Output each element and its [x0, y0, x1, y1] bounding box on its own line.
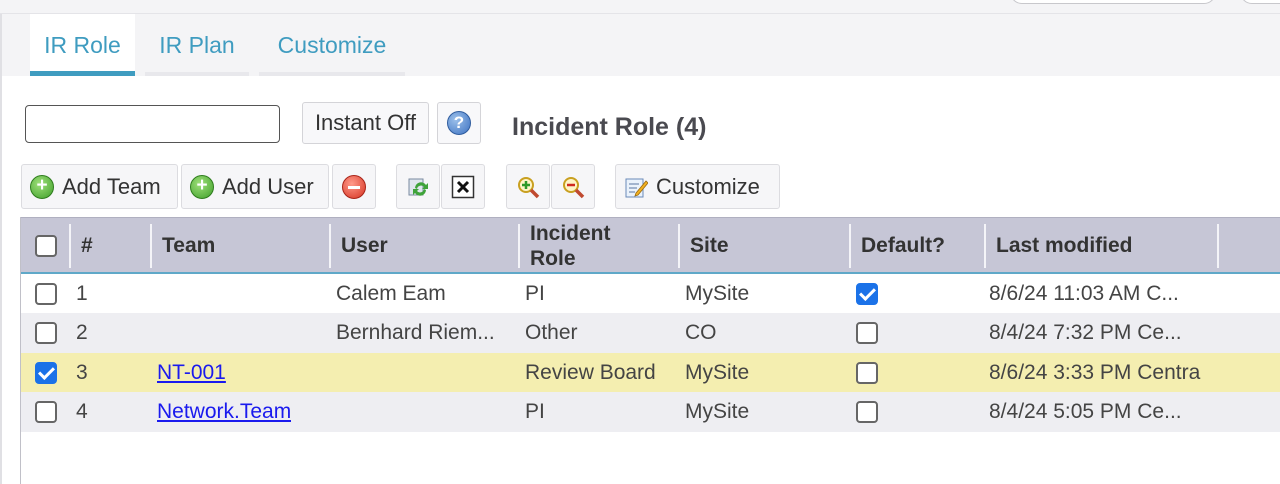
instant-toggle-button[interactable]: Instant Off — [302, 102, 429, 144]
add-team-button[interactable]: + Add Team — [21, 164, 178, 209]
help-icon: ? — [447, 111, 471, 135]
row-checkbox[interactable] — [35, 283, 57, 305]
column-header-last-modified[interactable]: Last modified — [996, 218, 1133, 273]
row-last-modified: 8/6/24 11:03 AM C... — [989, 282, 1179, 305]
column-header-default[interactable]: Default? — [861, 218, 945, 273]
column-header-team[interactable]: Team — [162, 218, 215, 273]
tab-ir-role[interactable]: IR Role — [30, 14, 135, 76]
row-number: 3 — [76, 361, 88, 384]
help-button[interactable]: ? — [437, 102, 481, 144]
table-row-selected[interactable]: 3 NT-001 Review Board MySite 8/6/24 3:33… — [21, 353, 1280, 393]
select-all-checkbox-cell[interactable] — [35, 218, 57, 273]
table-row[interactable]: 1 Calem Eam PI MySite 8/6/24 11:03 AM C.… — [21, 274, 1280, 314]
zoom-out-button[interactable] — [551, 164, 595, 209]
row-last-modified: 8/4/24 7:32 PM Ce... — [989, 321, 1182, 344]
column-separator — [984, 224, 986, 268]
row-team-link[interactable]: NT-001 — [157, 353, 226, 393]
column-header-number[interactable]: # — [81, 218, 93, 273]
row-last-modified: 8/6/24 3:33 PM Centra — [989, 361, 1201, 384]
column-header-incident-role[interactable]: Incident Role — [530, 218, 611, 273]
clear-icon — [451, 175, 475, 198]
column-header-site[interactable]: Site — [690, 218, 729, 273]
column-separator — [518, 224, 520, 268]
zoom-in-button[interactable] — [506, 164, 550, 209]
column-separator — [849, 224, 851, 268]
row-default-checkbox[interactable] — [856, 401, 878, 423]
add-user-button[interactable]: + Add User — [181, 164, 329, 209]
add-icon: + — [190, 174, 214, 199]
row-site: MySite — [685, 361, 750, 384]
row-number: 2 — [76, 321, 88, 344]
search-input[interactable] — [25, 105, 280, 143]
add-team-label: Add Team — [62, 173, 161, 199]
top-pill-button-2[interactable] — [1240, 0, 1280, 4]
grid-header: # Team User Incident Role Site Default? … — [21, 217, 1280, 274]
column-header-user[interactable]: User — [341, 218, 388, 273]
add-icon: + — [30, 174, 54, 199]
row-incident-role: Other — [525, 321, 578, 344]
row-team-link[interactable]: Network.Team — [157, 392, 291, 432]
row-checkbox[interactable] — [35, 362, 57, 384]
column-header-incident-role-line1: Incident — [530, 221, 611, 245]
row-incident-role: PI — [525, 282, 545, 305]
zoom-out-icon — [563, 176, 585, 198]
column-separator — [69, 224, 71, 268]
tab-ir-plan[interactable]: IR Plan — [145, 14, 249, 76]
row-default-checkbox[interactable] — [856, 322, 878, 344]
customize-button[interactable]: Customize — [615, 164, 780, 209]
top-pill-button[interactable] — [1010, 0, 1216, 4]
column-header-incident-role-line2: Role — [530, 246, 576, 270]
zoom-in-icon — [518, 176, 540, 198]
column-separator — [678, 224, 680, 268]
column-separator — [150, 224, 152, 268]
row-site: CO — [685, 321, 717, 344]
panel-title: Incident Role (4) — [512, 113, 707, 141]
table-row[interactable]: 4 Network.Team PI MySite 8/4/24 5:05 PM … — [21, 392, 1280, 432]
table-row[interactable]: 2 Bernhard Riem... Other CO 8/4/24 7:32 … — [21, 313, 1280, 353]
clear-button[interactable] — [441, 164, 485, 209]
row-last-modified: 8/4/24 5:05 PM Ce... — [989, 400, 1182, 423]
customize-label: Customize — [656, 173, 760, 199]
row-user — [336, 392, 516, 432]
row-default-checkbox[interactable] — [856, 283, 878, 305]
customize-icon — [625, 178, 648, 197]
top-bar — [0, 0, 1280, 14]
left-edge — [0, 14, 2, 484]
refresh-button[interactable] — [396, 164, 440, 209]
refresh-icon — [408, 178, 428, 196]
row-number: 4 — [76, 400, 88, 423]
tab-customize[interactable]: Customize — [259, 14, 405, 76]
row-checkbox[interactable] — [35, 322, 57, 344]
select-all-checkbox[interactable] — [35, 234, 57, 257]
column-separator — [1217, 224, 1219, 268]
row-site: MySite — [685, 282, 750, 305]
row-checkbox[interactable] — [35, 401, 57, 423]
row-number: 1 — [76, 282, 88, 305]
row-user — [336, 353, 516, 393]
row-incident-role: Review Board — [525, 361, 656, 384]
row-default-checkbox[interactable] — [856, 362, 878, 384]
row-incident-role: PI — [525, 400, 545, 423]
column-separator — [329, 224, 331, 268]
row-user: Calem Eam — [336, 282, 446, 305]
row-user: Bernhard Riem... — [336, 321, 495, 344]
remove-button[interactable] — [332, 164, 376, 209]
add-user-label: Add User — [222, 173, 314, 199]
remove-icon — [342, 174, 366, 199]
row-site: MySite — [685, 400, 750, 423]
